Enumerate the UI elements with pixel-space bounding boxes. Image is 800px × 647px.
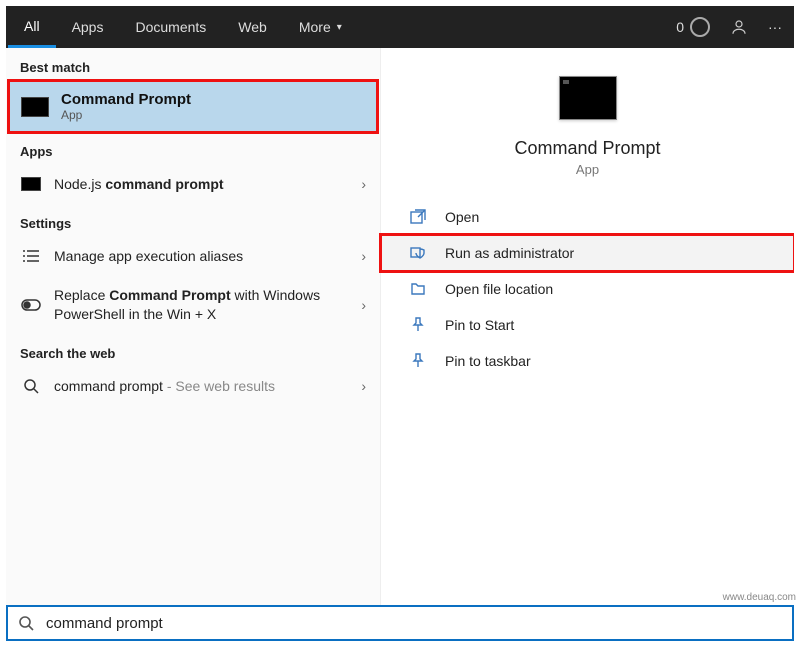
results-panel: Best match Command Prompt App Apps Node.…: [6, 48, 381, 641]
best-match-command-prompt[interactable]: Command Prompt App: [9, 81, 377, 132]
more-options-button[interactable]: ···: [758, 6, 792, 48]
list-icon: [20, 249, 42, 263]
search-input[interactable]: [46, 615, 782, 632]
preview-panel: Command Prompt App Open Run as administr…: [381, 48, 794, 641]
best-match-subtitle: App: [61, 108, 191, 122]
chevron-right-icon: ›: [361, 248, 366, 264]
app-result-label: Node.js command prompt: [54, 175, 361, 194]
chevron-right-icon: ›: [361, 176, 366, 192]
command-prompt-icon: [21, 97, 49, 117]
action-label: Open file location: [445, 281, 553, 297]
search-bar[interactable]: [6, 605, 794, 641]
folder-icon: [407, 281, 429, 297]
section-best-match: Best match: [6, 48, 380, 81]
tab-all[interactable]: All: [8, 6, 56, 48]
action-label: Pin to Start: [445, 317, 514, 333]
section-search-web: Search the web: [6, 334, 380, 367]
app-thumbnail: [559, 76, 617, 120]
search-tabs: All Apps Documents Web More ▾ 0 ···: [6, 6, 794, 48]
tab-web[interactable]: Web: [222, 6, 283, 48]
tab-documents[interactable]: Documents: [119, 6, 222, 48]
action-pin-to-start[interactable]: Pin to Start: [381, 307, 794, 343]
shield-icon: [407, 245, 429, 261]
action-label: Run as administrator: [445, 245, 574, 261]
console-icon: [21, 177, 41, 191]
action-open-file-location[interactable]: Open file location: [381, 271, 794, 307]
action-label: Pin to taskbar: [445, 353, 531, 369]
preview-subtitle: App: [576, 162, 599, 177]
search-icon: [18, 615, 36, 631]
tab-apps[interactable]: Apps: [56, 6, 120, 48]
chevron-right-icon: ›: [361, 378, 366, 394]
best-match-title: Command Prompt: [61, 91, 191, 108]
search-icon: [20, 378, 42, 394]
toggle-icon: [20, 299, 42, 311]
web-result[interactable]: command prompt - See web results ›: [6, 367, 380, 406]
preview-title: Command Prompt: [514, 138, 660, 159]
setting-label: Manage app execution aliases: [54, 247, 361, 266]
trophy-icon: [690, 17, 710, 37]
chevron-right-icon: ›: [361, 297, 366, 313]
ellipsis-icon: ···: [768, 19, 782, 35]
pin-icon: [407, 353, 429, 369]
action-label: Open: [445, 209, 479, 225]
tab-more-label: More: [299, 19, 331, 35]
setting-execution-aliases[interactable]: Manage app execution aliases ›: [6, 237, 380, 276]
pin-icon: [407, 317, 429, 333]
rewards-button[interactable]: 0: [666, 6, 720, 48]
person-icon: [730, 18, 748, 36]
action-open[interactable]: Open: [381, 199, 794, 235]
account-button[interactable]: [720, 6, 758, 48]
action-pin-to-taskbar[interactable]: Pin to taskbar: [381, 343, 794, 379]
setting-label: Replace Command Prompt with Windows Powe…: [54, 286, 361, 324]
chevron-down-icon: ▾: [337, 22, 342, 33]
action-run-as-administrator[interactable]: Run as administrator: [381, 235, 794, 271]
open-icon: [407, 209, 429, 225]
tab-more[interactable]: More ▾: [283, 6, 358, 48]
watermark: www.deuaq.com: [723, 592, 796, 603]
setting-replace-cmd[interactable]: Replace Command Prompt with Windows Powe…: [6, 276, 380, 334]
section-settings: Settings: [6, 204, 380, 237]
web-result-label: command prompt - See web results: [54, 377, 361, 396]
section-apps: Apps: [6, 132, 380, 165]
rewards-points: 0: [676, 19, 684, 35]
app-result-nodejs[interactable]: Node.js command prompt ›: [6, 165, 380, 204]
